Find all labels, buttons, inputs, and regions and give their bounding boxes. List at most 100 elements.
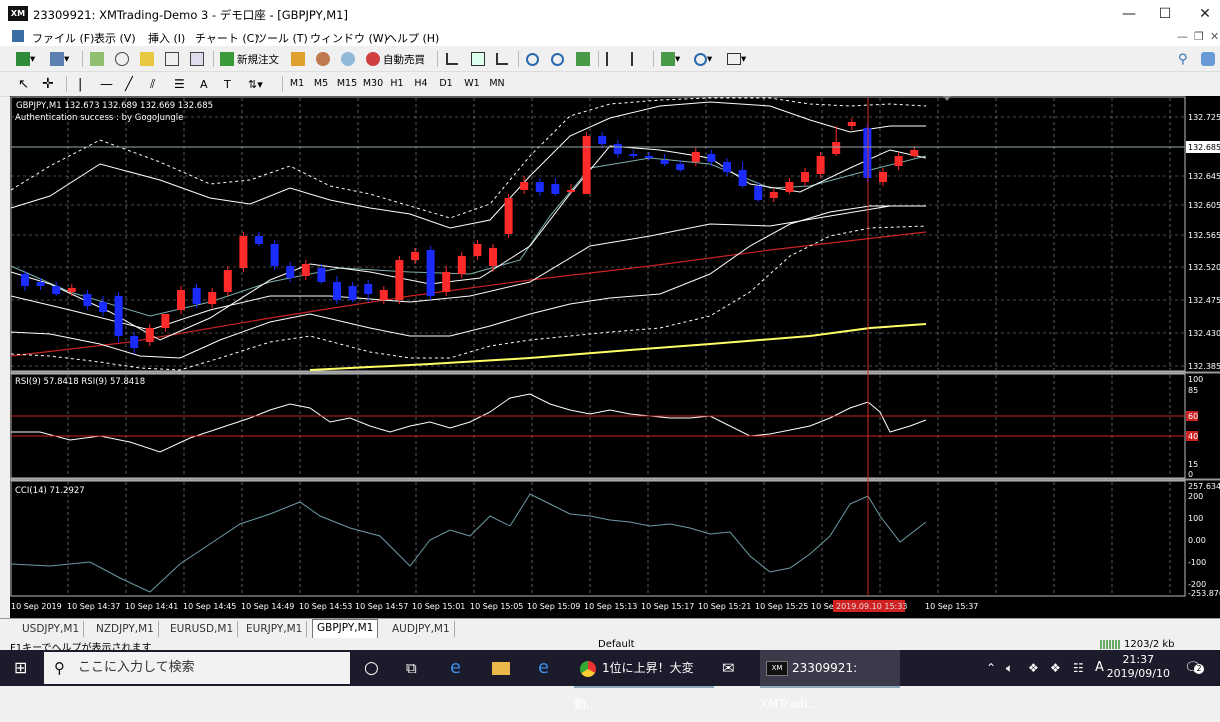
dropbox2-button[interactable]: ❖ bbox=[1050, 650, 1061, 686]
crosshair-button[interactable]: ✛ bbox=[42, 76, 54, 92]
line-chart-button[interactable] bbox=[496, 51, 508, 67]
menu-help[interactable]: ヘルプ (H) bbox=[386, 30, 439, 46]
taskbar-search[interactable]: ⚲ ここに入力して検索 bbox=[44, 652, 350, 684]
timeframe-m1[interactable]: M1 bbox=[288, 76, 306, 92]
indicators-button[interactable]: ▾ bbox=[661, 51, 680, 67]
data-window-button[interactable] bbox=[115, 51, 129, 67]
candle-chart-button[interactable] bbox=[471, 51, 485, 67]
ime-button[interactable]: A bbox=[1095, 650, 1104, 686]
channel-icon: ⫽ bbox=[150, 76, 156, 91]
chart-window[interactable]: GBPJPY,M1 132.673 132.689 132.669 132.68… bbox=[10, 96, 1220, 618]
tab-gbpjpy[interactable]: GBPJPY,M1 bbox=[312, 619, 379, 639]
toolbar-separator bbox=[598, 51, 599, 67]
task-view-button[interactable]: ⧉ bbox=[406, 650, 417, 686]
start-button[interactable]: ⊞ bbox=[14, 650, 27, 686]
templates-button[interactable]: ▾ bbox=[727, 51, 746, 67]
shift-marker-icon[interactable] bbox=[943, 96, 951, 101]
navigator-button[interactable] bbox=[140, 51, 154, 67]
candle-body bbox=[52, 286, 61, 294]
cortana-button[interactable]: ○ bbox=[364, 650, 379, 686]
trendline-button[interactable]: ╱ bbox=[125, 76, 133, 92]
tray-overflow-button[interactable]: ⌃ bbox=[986, 650, 996, 686]
search-placeholder: ここに入力して検索 bbox=[78, 660, 195, 675]
dropbox-button[interactable]: ❖ bbox=[1028, 650, 1039, 686]
candle-body bbox=[99, 302, 107, 312]
mail-button[interactable]: ✉ bbox=[722, 650, 735, 686]
candle-body bbox=[426, 250, 435, 296]
channel-button[interactable]: ⫽ bbox=[150, 76, 155, 92]
chrome-taskbar-item[interactable]: 1位に上昇！大変動... bbox=[574, 650, 714, 711]
arrows-button[interactable]: ⇅▾ bbox=[248, 76, 263, 92]
vertical-line-button[interactable]: | bbox=[78, 76, 82, 92]
candle-body bbox=[504, 198, 513, 234]
notifications-button[interactable]: 🗨︎ 2 bbox=[1184, 650, 1204, 686]
network-button[interactable]: ☷ bbox=[1073, 650, 1084, 686]
strategy-tester-button[interactable] bbox=[190, 51, 204, 67]
toolbar-separator bbox=[213, 51, 214, 67]
profiles-button[interactable]: ▾ bbox=[50, 51, 69, 67]
metaeditor-button[interactable] bbox=[291, 51, 305, 67]
tab-nzdjpy[interactable]: NZDJPY,M1 bbox=[92, 621, 159, 637]
periods-button[interactable]: ▾ bbox=[694, 51, 712, 67]
timeframe-m30[interactable]: M30 bbox=[362, 76, 384, 92]
menu-chart[interactable]: チャート (C) bbox=[195, 30, 259, 46]
bar-chart-button[interactable] bbox=[446, 51, 458, 67]
timeframe-m5[interactable]: M5 bbox=[312, 76, 330, 92]
chat-button[interactable] bbox=[1201, 51, 1215, 67]
rsi-tick-label: 60 bbox=[1188, 412, 1198, 421]
tab-audjpy[interactable]: AUDJPY,M1 bbox=[388, 621, 455, 637]
file-explorer-button[interactable] bbox=[492, 650, 510, 686]
volume-button[interactable]: 🔈︎ bbox=[1006, 650, 1013, 686]
mt4-taskbar-item[interactable]: XM 23309921: XMTradi... bbox=[760, 650, 900, 711]
line-chart-icon bbox=[496, 53, 508, 65]
ma-teal-line bbox=[10, 155, 927, 317]
mdi-restore-button[interactable]: ❐ bbox=[1194, 30, 1204, 43]
menu-tools[interactable]: ツール (T) bbox=[256, 30, 308, 46]
mdi-close-button[interactable]: ✕ bbox=[1210, 30, 1219, 43]
edge-button[interactable]: e bbox=[450, 650, 461, 686]
candle-body bbox=[145, 328, 154, 342]
market-button[interactable] bbox=[341, 51, 355, 67]
mdi-minimize-button[interactable]: — bbox=[1177, 30, 1188, 43]
signals-button[interactable] bbox=[316, 51, 330, 67]
timeframe-h4[interactable]: H4 bbox=[412, 76, 430, 92]
market-watch-button[interactable] bbox=[90, 51, 104, 67]
chart-shift-button[interactable] bbox=[631, 51, 643, 67]
timeframe-h1[interactable]: H1 bbox=[388, 76, 406, 92]
clock[interactable]: 21:37 2019/09/10 bbox=[1107, 653, 1170, 681]
fibonacci-button[interactable]: ☰ bbox=[174, 76, 185, 92]
zoom-out-button[interactable] bbox=[551, 51, 564, 67]
auto-trading-button[interactable]: 自動売買 bbox=[366, 51, 425, 67]
tab-eurjpy[interactable]: EURJPY,M1 bbox=[242, 621, 308, 637]
ie-button[interactable]: e bbox=[538, 650, 549, 686]
timeframe-w1[interactable]: W1 bbox=[462, 76, 482, 92]
tile-windows-button[interactable] bbox=[576, 51, 590, 67]
rsi-tick-label: 85 bbox=[1188, 386, 1198, 395]
new-order-button[interactable]: 新規注文 bbox=[220, 51, 279, 67]
fibonacci-icon: ☰ bbox=[174, 77, 185, 91]
autoscroll-button[interactable] bbox=[606, 51, 618, 67]
zoom-in-button[interactable] bbox=[526, 51, 539, 67]
dropbox-icon: ❖ bbox=[1028, 661, 1039, 675]
search-button[interactable]: ⚲ bbox=[1178, 51, 1188, 67]
tab-usdjpy[interactable]: USDJPY,M1 bbox=[18, 621, 85, 637]
menu-window[interactable]: ウィンドウ (W) bbox=[310, 30, 388, 46]
text-label-button[interactable]: T bbox=[224, 76, 231, 92]
terminal-button[interactable] bbox=[165, 51, 179, 67]
horizontal-line-button[interactable]: — bbox=[100, 76, 113, 92]
tab-eurusd[interactable]: EURUSD,M1 bbox=[166, 621, 239, 637]
candle-body bbox=[910, 150, 919, 156]
new-chart-button[interactable]: ▾ bbox=[16, 51, 35, 67]
chart-canvas[interactable]: GBPJPY,M1 132.673 132.689 132.669 132.68… bbox=[10, 96, 1220, 618]
cursor-button[interactable]: ↖ bbox=[18, 76, 29, 92]
candle-body bbox=[535, 182, 544, 192]
close-button[interactable]: ✕ bbox=[1182, 0, 1220, 28]
timeframe-m15[interactable]: M15 bbox=[336, 76, 358, 92]
text-button[interactable]: A bbox=[200, 76, 208, 92]
menu-view[interactable]: 表示 (V) bbox=[94, 30, 136, 46]
menu-file[interactable]: ファイル (F) bbox=[32, 30, 94, 46]
timeframe-mn[interactable]: MN bbox=[486, 76, 508, 92]
menu-insert[interactable]: 挿入 (I) bbox=[148, 30, 185, 46]
profiles-icon bbox=[50, 52, 64, 66]
timeframe-d1[interactable]: D1 bbox=[437, 76, 455, 92]
